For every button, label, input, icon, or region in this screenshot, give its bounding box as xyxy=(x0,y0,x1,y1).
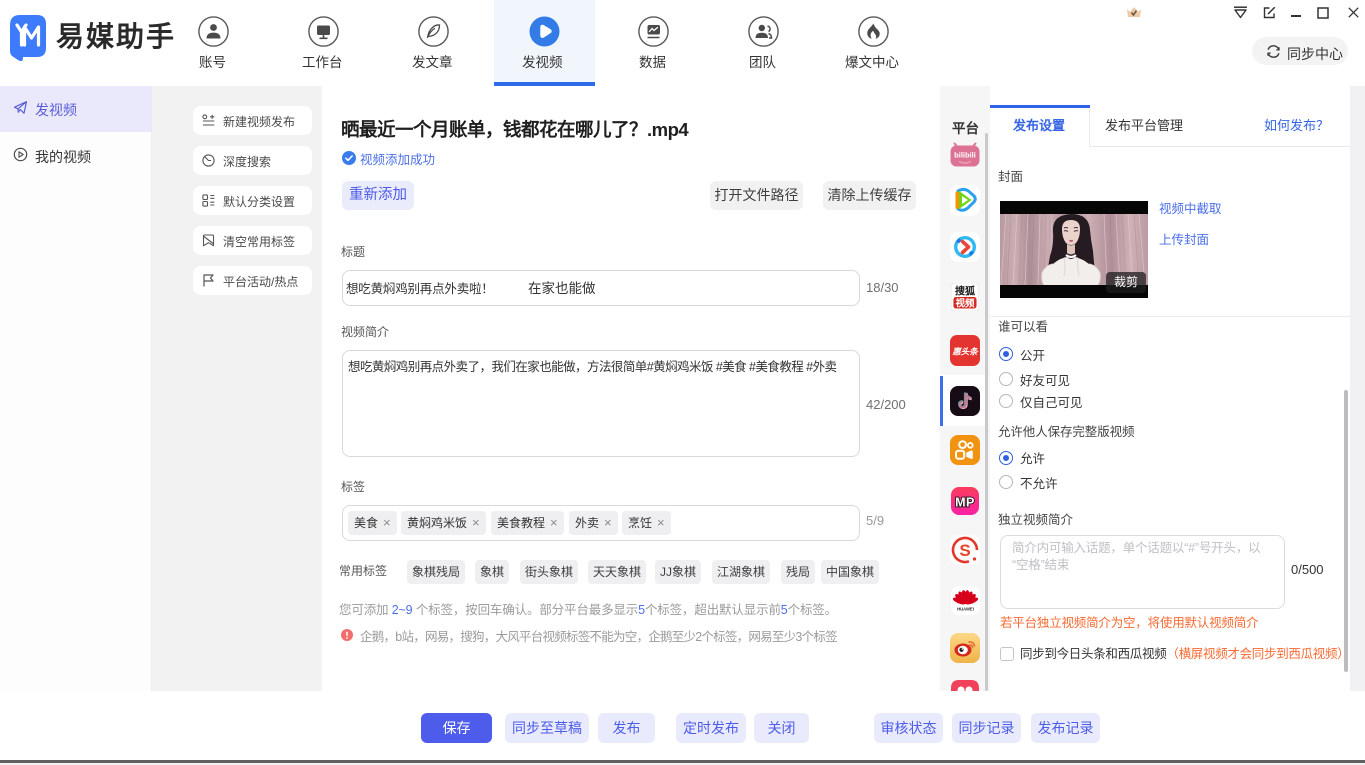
svg-text:HUAWEI: HUAWEI xyxy=(957,607,974,612)
svg-text:惠头条: 惠头条 xyxy=(952,347,979,357)
svg-text:搜狐: 搜狐 xyxy=(955,285,975,298)
svg-text:视频: 视频 xyxy=(955,298,975,310)
svg-text:S: S xyxy=(959,541,970,560)
svg-text:bilibili: bilibili xyxy=(954,151,976,160)
svg-text:抖音: 抖音 xyxy=(1005,216,1017,224)
svg-text:MP: MP xyxy=(955,496,975,510)
